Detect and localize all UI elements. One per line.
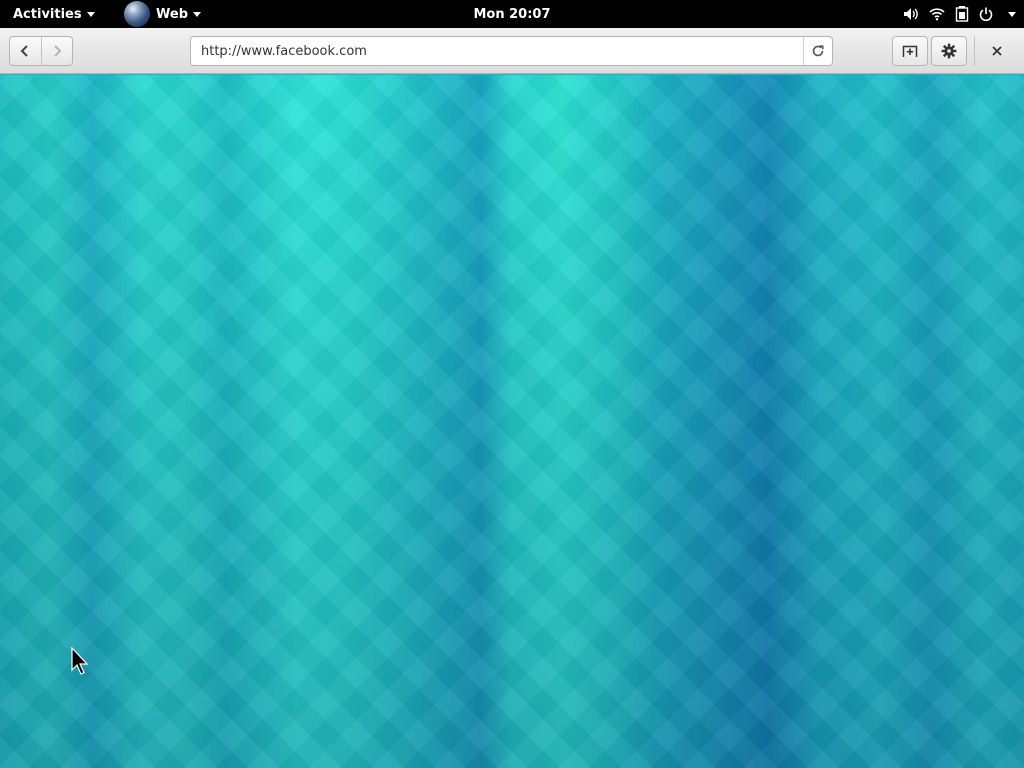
- reload-button[interactable]: [803, 37, 832, 65]
- clock[interactable]: Mon 20:07: [0, 0, 1024, 28]
- wifi-icon[interactable]: [929, 7, 945, 21]
- clock-label: Mon 20:07: [473, 6, 551, 22]
- browser-header-bar: http://www.facebook.com: [0, 28, 1024, 74]
- header-separator: [974, 36, 975, 66]
- caret-down-icon: [1008, 11, 1016, 17]
- new-tab-button[interactable]: [892, 36, 928, 66]
- close-window-button[interactable]: [984, 36, 1010, 66]
- volume-icon[interactable]: [903, 7, 919, 21]
- forward-button[interactable]: [40, 37, 73, 65]
- chevron-right-icon: [54, 45, 62, 57]
- mouse-pointer-icon: [71, 647, 89, 675]
- gnome-top-bar: Activities Web Mon 20:07: [0, 0, 1024, 28]
- system-status-area[interactable]: [903, 0, 1016, 28]
- web-content-area[interactable]: [0, 75, 1024, 768]
- power-icon[interactable]: [979, 7, 993, 21]
- new-tab-icon: [902, 45, 918, 57]
- battery-icon[interactable]: [955, 6, 969, 22]
- back-button[interactable]: [10, 37, 41, 65]
- close-icon: [992, 46, 1002, 56]
- gear-icon: [941, 43, 957, 59]
- reload-icon: [812, 45, 824, 57]
- url-field[interactable]: http://www.facebook.com: [191, 44, 803, 59]
- url-bar[interactable]: http://www.facebook.com: [190, 36, 833, 66]
- settings-menu-button[interactable]: [931, 36, 967, 66]
- navigation-buttons: [9, 36, 73, 66]
- chevron-left-icon: [20, 45, 28, 57]
